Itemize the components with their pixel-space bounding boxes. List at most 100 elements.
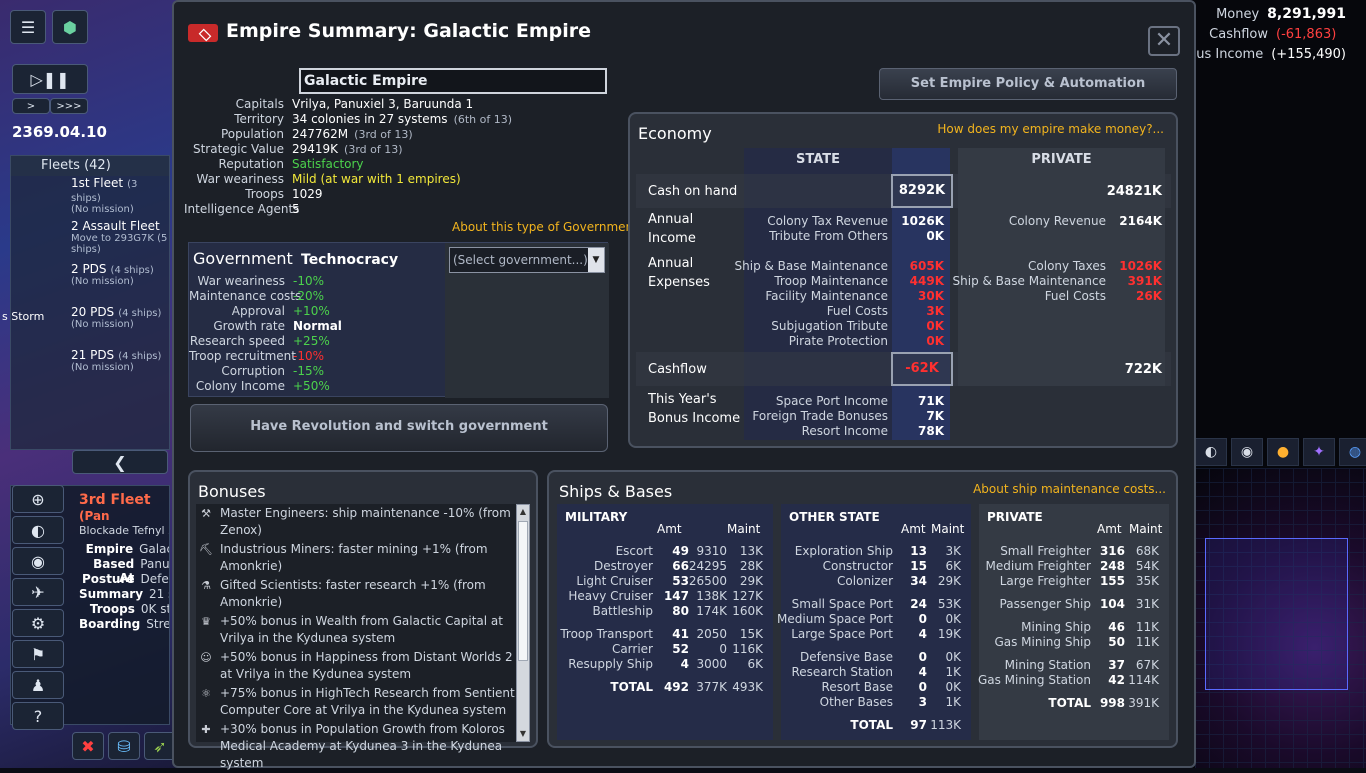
planet-view-icon[interactable]: ◐	[12, 516, 64, 544]
bonus-text: Master Engineers: ship maintenance -10% …	[220, 506, 511, 537]
scroll-up-icon[interactable]: ▲	[517, 505, 529, 519]
economy-item-value: 2164K	[1119, 214, 1162, 228]
selection-box	[1205, 538, 1348, 690]
economy-item-value: 605K	[909, 259, 944, 273]
help-icon[interactable]: ?	[12, 702, 64, 730]
engineer-icon: ⚒	[201, 507, 211, 520]
ship-maintenance: 54K	[1135, 559, 1159, 573]
filter-nebula-icon[interactable]: ✦	[1303, 438, 1335, 466]
ship-amount: 104	[1099, 597, 1125, 611]
ship-type: Passenger Ship	[999, 597, 1091, 611]
target-lock-icon[interactable]: ⊕	[12, 485, 64, 513]
filter-star-icon[interactable]: ●	[1267, 438, 1299, 466]
ship-amount: 248	[1099, 559, 1125, 573]
empire-name-input[interactable]: Galactic Empire	[299, 68, 607, 94]
ship-maintenance-link[interactable]: About ship maintenance costs...	[973, 482, 1166, 496]
selected-fleet-name[interactable]: 3rd Fleet	[79, 492, 151, 508]
ship-total-label: TOTAL	[1048, 696, 1091, 710]
flag-icon[interactable]: ⚑	[12, 640, 64, 668]
policy-automation-button[interactable]: Set Empire Policy & Automation	[879, 68, 1177, 100]
other-amt-header: Amt	[901, 522, 926, 536]
government-info-link[interactable]: About this type of Government...	[452, 220, 649, 234]
troops-icon[interactable]: ♟	[12, 671, 64, 699]
fleet-name[interactable]: 20 PDS	[71, 305, 114, 319]
summary-row: Territory 34 colonies in 27 systems (6th o…	[184, 112, 614, 127]
summary-key: Reputation	[218, 157, 284, 171]
fleet-name[interactable]: 1st Fleet	[71, 176, 123, 190]
bonuses-panel: Bonuses ⚒ Master Engineers: ship maintena…	[188, 470, 538, 770]
menu-icon[interactable]: ☰	[10, 10, 46, 44]
summary-key: Intelligence Agents	[184, 202, 300, 216]
ship-base: 9310	[696, 544, 727, 558]
summary-row: Troops 1029	[184, 187, 614, 202]
bonus-scrollbar[interactable]: ▲ ▼	[516, 504, 530, 742]
fleet-name[interactable]: 2 Assault Fleet	[71, 219, 160, 233]
filter-gas-giant-icon[interactable]: ◉	[1231, 438, 1263, 466]
ship-maintenance: 114K	[1128, 673, 1159, 687]
empire-shield-icon[interactable]: ⬢	[52, 10, 88, 44]
fleet-name[interactable]: 21 PDS	[71, 348, 114, 362]
government-row: Growth rate Normal	[189, 319, 445, 334]
summary-value: 29419K (3rd of 13)	[292, 142, 403, 157]
economy-item-label: Tribute From Others	[769, 229, 888, 243]
fleet-info-value: 21 ship	[149, 587, 169, 601]
summary-row: War weariness Mild (at war with 1 empires…	[184, 172, 614, 187]
scroll-down-icon[interactable]: ▼	[517, 727, 529, 741]
summary-key: Strategic Value	[192, 142, 284, 156]
fleets-header[interactable]: Fleets (42)	[11, 156, 169, 176]
fleet-row[interactable]: 21 PDS (4 ships) (No mission)	[11, 348, 169, 391]
academy-icon: ✚	[201, 723, 211, 736]
government-row: Colony Income +50%	[189, 379, 445, 394]
bonus-item: ⛏ Industrious Miners: faster mining +1% (…	[196, 540, 518, 576]
military-maint-header: Maint	[727, 522, 761, 536]
speed-fast-button[interactable]: >>>	[50, 98, 88, 114]
cashflow-private-value: 722K	[1124, 362, 1162, 377]
economy-help-link[interactable]: How does my empire make money?...	[937, 122, 1164, 136]
close-x-icon[interactable]: ✖	[72, 732, 104, 760]
fleet-row[interactable]: 2 Assault Fleet Move to 293G7K (5 ships)	[11, 219, 169, 262]
money-label: Money	[1216, 6, 1260, 22]
ship-type: Mining Ship	[1021, 620, 1091, 634]
speed-slow-button[interactable]: >	[12, 98, 50, 114]
economy-item-value: 0K	[926, 229, 944, 243]
ship-icon[interactable]: ✈	[12, 578, 64, 606]
fleet-info-value: Stren	[146, 617, 169, 631]
ship-type: Gas Mining Ship	[994, 635, 1091, 649]
summary-value: Satisfactory	[292, 157, 364, 172]
economy-item-label: Resort Income	[801, 424, 888, 438]
close-icon[interactable]: ✕	[1148, 26, 1180, 56]
ship-type: Defensive Base	[800, 650, 893, 664]
private-column: PRIVATE Amt Maint Small Freighter 316 68K M…	[978, 504, 1169, 740]
fleet-info-value: Defen	[140, 572, 169, 586]
economy-item-value: 449K	[909, 274, 944, 288]
fleet-list-panel[interactable]: Fleets (42) 1st Fleet (3 ships) (No missio…	[10, 155, 170, 450]
ship-type: Other Bases	[819, 695, 893, 709]
ship-type: Destroyer	[593, 559, 653, 573]
summary-rank: (3rd of 13)	[354, 128, 413, 141]
fuel-icon[interactable]: ⛁	[108, 732, 140, 760]
summary-value: 5	[292, 202, 300, 217]
play-pause-button[interactable]: ▷❚❚	[12, 64, 88, 94]
bonus-text: Industrious Miners: faster mining +1% (f…	[220, 542, 488, 573]
collapse-fleets-button[interactable]: ❮	[72, 450, 168, 474]
bonus-list[interactable]: ⚒ Master Engineers: ship maintenance -10%…	[196, 504, 518, 770]
miner-icon: ⛏	[199, 543, 213, 556]
government-select[interactable]: (Select government...) ▼	[449, 247, 605, 273]
economy-item-label: Space Port Income	[775, 394, 888, 408]
scroll-thumb[interactable]	[518, 521, 528, 661]
fleet-row[interactable]: 2 PDS (4 ships) (No mission)	[11, 262, 169, 305]
revolution-button[interactable]: Have Revolution and switch government	[190, 404, 608, 452]
filter-planet-icon[interactable]: ◐	[1195, 438, 1227, 466]
fleet-ship-count: (4 ships)	[118, 351, 162, 362]
ship-maintenance: 29K	[937, 574, 961, 588]
gear-icon[interactable]: ⚙	[12, 609, 64, 637]
fleet-row[interactable]: 1st Fleet (3 ships) (No mission)	[11, 176, 169, 219]
military-column: MILITARY Amt Maint Escort 49 9310 13K Destro…	[557, 504, 773, 740]
chevron-down-icon[interactable]: ▼	[588, 248, 604, 272]
ship-maintenance: 68K	[1135, 544, 1159, 558]
filter-galaxy-icon[interactable]: ◍	[1339, 438, 1366, 466]
ship-type: Medium Space Port	[777, 612, 893, 626]
eye-icon[interactable]: ◉	[12, 547, 64, 575]
government-key: War weariness	[197, 274, 285, 288]
fleet-name[interactable]: 2 PDS	[71, 262, 107, 276]
